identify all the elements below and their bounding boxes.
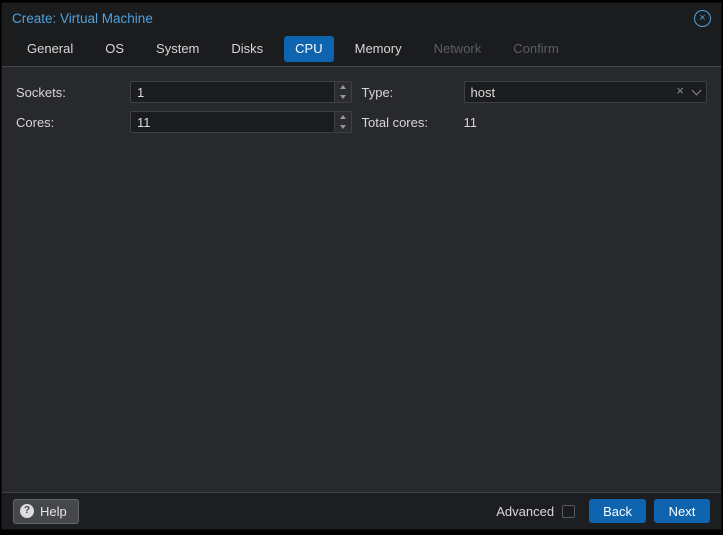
tab-cpu[interactable]: CPU [284,36,333,62]
close-icon[interactable]: × [694,10,711,27]
type-label: Type: [362,85,464,100]
total-cores-value: 11 [464,115,478,130]
help-button-label: Help [40,504,67,519]
spinner-up-icon[interactable] [335,112,351,122]
next-button[interactable]: Next [654,499,710,523]
spinner-down-icon[interactable] [335,122,351,132]
cpu-form: Sockets: Cores: [2,67,721,141]
tab-disks[interactable]: Disks [220,36,274,62]
tab-system[interactable]: System [145,36,210,62]
cores-input[interactable] [130,111,352,133]
spinner-up-icon[interactable] [335,82,351,92]
advanced-checkbox[interactable] [562,505,575,518]
spinner-down-icon[interactable] [335,92,351,102]
tab-confirm: Confirm [502,36,570,62]
tab-bar: General OS System Disks CPU Memory Netwo… [2,33,721,67]
cores-label: Cores: [16,115,130,130]
tab-os[interactable]: OS [94,36,135,62]
sockets-row: Sockets: [16,81,362,103]
tab-network: Network [423,36,493,62]
sockets-field [130,81,352,103]
type-row: Type: × [362,81,708,103]
type-field: × [464,81,708,103]
clear-icon[interactable]: × [676,81,684,103]
help-button[interactable]: ? Help [13,499,79,524]
dialog-footer: ? Help Advanced Back Next [2,492,721,529]
dialog-titlebar[interactable]: Create: Virtual Machine × [2,3,721,33]
dialog-title: Create: Virtual Machine [12,11,694,26]
cores-row: Cores: [16,111,362,133]
tab-memory[interactable]: Memory [344,36,413,62]
type-input[interactable] [464,81,708,103]
dialog-body-space [2,141,721,492]
help-icon: ? [20,504,34,518]
tab-general[interactable]: General [16,36,84,62]
total-cores-row: Total cores: 11 [362,111,708,133]
sockets-label: Sockets: [16,85,130,100]
total-cores-label: Total cores: [362,115,464,130]
cores-field [130,111,352,133]
advanced-label: Advanced [496,504,554,519]
sockets-spinner[interactable] [334,82,351,102]
sockets-input[interactable] [130,81,352,103]
create-vm-dialog: Create: Virtual Machine × General OS Sys… [1,2,722,530]
back-button[interactable]: Back [589,499,646,523]
cores-spinner[interactable] [334,112,351,132]
